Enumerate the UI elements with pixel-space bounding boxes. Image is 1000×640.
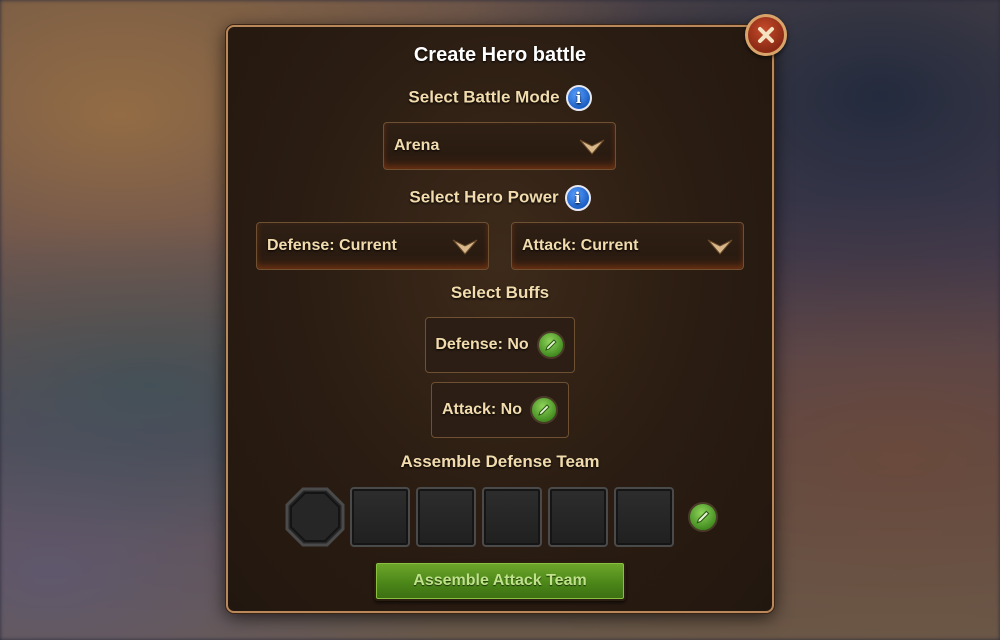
chevron-down-icon bbox=[452, 239, 478, 255]
edit-defense-buff-button[interactable] bbox=[536, 331, 565, 359]
buffs-label: Select Buffs bbox=[450, 283, 550, 302]
battle-mode-heading: Select Battle Mode i bbox=[226, 85, 774, 111]
close-icon bbox=[758, 27, 774, 43]
info-icon[interactable]: i bbox=[565, 85, 592, 111]
attack-buff-label: Attack: No bbox=[441, 401, 522, 418]
info-icon[interactable]: i bbox=[564, 185, 591, 211]
battle-mode-dropdown[interactable]: Arena bbox=[383, 122, 616, 170]
pencil-icon bbox=[544, 339, 557, 351]
defense-power-value: Defense: Current bbox=[267, 237, 397, 254]
dialog-title: Create Hero battle bbox=[413, 44, 587, 66]
defense-power-dropdown[interactable]: Defense: Current bbox=[256, 222, 489, 270]
chevron-down-icon bbox=[707, 239, 733, 255]
hero-power-heading: Select Hero Power i bbox=[226, 185, 774, 211]
attack-buff-box: Attack: No bbox=[431, 382, 569, 438]
hero-slot-3[interactable] bbox=[482, 487, 542, 547]
attack-power-value: Attack: Current bbox=[522, 237, 639, 254]
defense-team-label: Assemble Defense Team bbox=[400, 452, 600, 471]
hero-slot-2[interactable] bbox=[416, 487, 476, 547]
edit-defense-team-button[interactable] bbox=[688, 502, 718, 532]
hero-power-label: Select Hero Power bbox=[409, 187, 559, 207]
battle-mode-value: Arena bbox=[394, 137, 440, 154]
attack-power-dropdown[interactable]: Attack: Current bbox=[511, 222, 744, 270]
defense-buff-box: Defense: No bbox=[425, 317, 575, 373]
edit-attack-buff-button[interactable] bbox=[530, 396, 558, 424]
pencil-icon bbox=[538, 404, 550, 416]
battle-mode-label: Select Battle Mode bbox=[408, 87, 560, 107]
hero-slot-5[interactable] bbox=[614, 487, 674, 547]
defense-buff-label: Defense: No bbox=[435, 336, 529, 353]
hero-slot-4[interactable] bbox=[548, 487, 608, 547]
pencil-icon bbox=[696, 510, 710, 524]
hero-slot-1[interactable] bbox=[350, 487, 410, 547]
chevron-down-icon bbox=[579, 139, 605, 155]
assemble-attack-team-button[interactable]: Assemble Attack Team bbox=[374, 561, 626, 601]
pet-slot[interactable] bbox=[285, 487, 345, 547]
